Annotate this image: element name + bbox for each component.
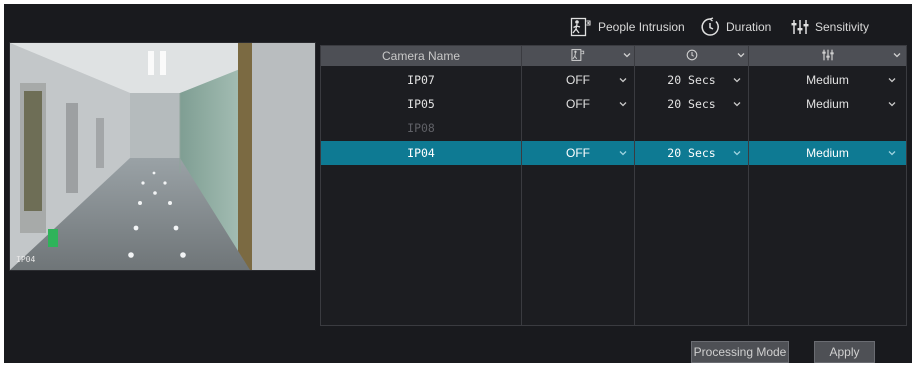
- header-camera-name: Camera Name: [381, 49, 461, 63]
- table-row: IP08: [321, 116, 906, 140]
- sensitivity-select[interactable]: Medium: [749, 92, 906, 116]
- camera-name-cell: IP07: [407, 73, 435, 87]
- camera-overlay-label: IP04: [16, 255, 36, 264]
- processing-mode-button[interactable]: Processing Mode: [691, 341, 789, 363]
- column-divider: [634, 46, 635, 325]
- chevron-down-icon[interactable]: [618, 75, 628, 85]
- table-row[interactable]: IP07 OFF 20 Secs Medium: [321, 68, 906, 92]
- column-divider: [748, 46, 749, 325]
- header-intrusion[interactable]: [522, 46, 634, 66]
- column-divider: [521, 46, 522, 325]
- sliders-icon: [791, 18, 809, 36]
- chevron-down-icon[interactable]: [618, 99, 628, 109]
- chevron-down-icon[interactable]: [892, 50, 902, 60]
- chevron-down-icon[interactable]: [732, 75, 742, 85]
- header-duration[interactable]: [635, 46, 748, 66]
- camera-preview[interactable]: IP04: [9, 42, 316, 271]
- corridor-video-frame: [10, 43, 315, 270]
- people-intrusion-icon: [571, 48, 585, 65]
- chevron-down-icon[interactable]: [887, 99, 897, 109]
- chevron-down-icon[interactable]: [887, 148, 897, 158]
- chevron-down-icon[interactable]: [887, 75, 897, 85]
- sensitivity-select[interactable]: Medium: [749, 68, 906, 92]
- camera-name-cell: IP05: [407, 97, 435, 111]
- chevron-down-icon[interactable]: [736, 50, 746, 60]
- chevron-down-icon[interactable]: [618, 148, 628, 158]
- clock-icon: [700, 17, 720, 37]
- sliders-icon: [821, 49, 834, 64]
- legend-duration-label: Duration: [726, 20, 772, 34]
- sensitivity-select[interactable]: Medium: [749, 141, 906, 165]
- table-row[interactable]: IP05 OFF 20 Secs Medium: [321, 92, 906, 116]
- chevron-down-icon[interactable]: [732, 99, 742, 109]
- chevron-down-icon[interactable]: [622, 50, 632, 60]
- chevron-down-icon[interactable]: [732, 148, 742, 158]
- people-intrusion-settings-panel: People Intrusion Duration Sensitivity IP…: [4, 4, 912, 363]
- apply-button[interactable]: Apply: [814, 341, 875, 363]
- camera-name-cell: IP08: [407, 121, 435, 135]
- legend-people-intrusion-label: People Intrusion: [598, 20, 685, 34]
- legend-sensitivity-label: Sensitivity: [815, 20, 870, 34]
- people-intrusion-icon: [570, 17, 592, 37]
- table-header: Camera Name: [321, 46, 906, 66]
- camera-intrusion-table: Camera Name IP07 OFF 20 Secs Medium IP05…: [320, 45, 907, 326]
- legend-duration: Duration: [700, 16, 771, 38]
- table-row-selected[interactable]: IP04 OFF 20 Secs Medium: [321, 141, 906, 165]
- camera-name-cell: IP04: [407, 146, 435, 160]
- legend-people-intrusion: People Intrusion: [570, 16, 685, 38]
- legend-sensitivity: Sensitivity: [791, 16, 869, 38]
- clock-icon: [686, 49, 698, 64]
- header-sensitivity[interactable]: [749, 46, 906, 66]
